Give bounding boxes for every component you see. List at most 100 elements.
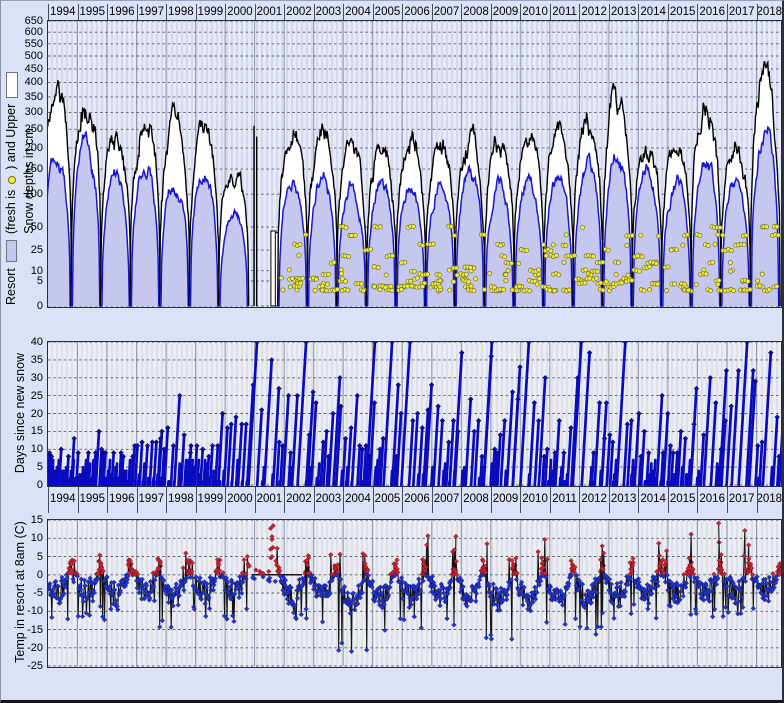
temp-series <box>47 521 782 654</box>
y-tick-label: 10 <box>9 532 43 544</box>
year-tick <box>757 4 758 20</box>
year-label: 1999 <box>196 4 226 20</box>
y-tick-label: 250 <box>9 123 43 135</box>
year-tick <box>402 487 403 513</box>
year-tick <box>225 4 226 20</box>
year-label: 2017 <box>727 491 757 507</box>
year-label: 1998 <box>166 4 196 20</box>
snow-depth-plot <box>47 20 782 308</box>
year-label: 1997 <box>137 491 167 507</box>
year-tick <box>166 487 167 513</box>
year-tick <box>727 4 728 20</box>
year-label: 2006 <box>402 4 432 20</box>
year-tick <box>255 487 256 513</box>
year-tick <box>255 4 256 20</box>
year-label: 2015 <box>668 4 698 20</box>
y-tick-label: -20 <box>9 642 43 654</box>
year-tick <box>461 487 462 513</box>
year-label: 2016 <box>697 4 727 20</box>
fresh-snow-dot-icon <box>8 176 16 184</box>
temperature-plot <box>47 519 782 668</box>
year-tick <box>137 4 138 20</box>
y-tick-label: 600 <box>9 26 43 38</box>
year-label: 2003 <box>314 491 344 507</box>
y-tick-label: 15 <box>9 425 43 437</box>
year-tick <box>284 487 285 513</box>
year-tick <box>520 4 521 20</box>
y-tick-label: 5 <box>9 275 43 287</box>
y-tick-label: -5 <box>9 587 43 599</box>
y-tick-label: 500 <box>9 50 43 62</box>
year-tick <box>402 4 403 20</box>
year-label: 1999 <box>196 491 226 507</box>
year-label: 2015 <box>668 491 698 507</box>
year-label: 2007 <box>432 491 462 507</box>
year-tick <box>48 4 49 20</box>
year-tick <box>48 487 49 513</box>
year-label: 2009 <box>491 491 521 507</box>
year-tick <box>432 4 433 20</box>
year-label: 2017 <box>727 4 757 20</box>
year-tick <box>550 487 551 513</box>
year-label: 2014 <box>638 4 668 20</box>
year-label: 2002 <box>284 491 314 507</box>
year-tick <box>697 4 698 20</box>
year-tick <box>697 487 698 513</box>
year-tick <box>461 4 462 20</box>
y-tick-label: 450 <box>9 63 43 75</box>
year-label: 2014 <box>638 491 668 507</box>
y-tick-label: -10 <box>9 605 43 617</box>
y-tick-label: 5 <box>9 551 43 563</box>
year-label: 2018 <box>756 491 780 507</box>
year-label: 1994 <box>48 4 78 20</box>
year-label: 2018 <box>756 4 780 20</box>
year-label: 2002 <box>284 4 314 20</box>
year-tick <box>137 487 138 513</box>
year-label: 2011 <box>550 4 580 20</box>
year-tick <box>579 487 580 513</box>
year-tick <box>166 4 167 20</box>
y-tick-label: 50 <box>9 221 43 233</box>
days-since-snow-plot <box>47 341 782 487</box>
year-tick <box>78 4 79 20</box>
year-label: 2001 <box>255 4 285 20</box>
year-tick <box>638 4 639 20</box>
year-label: 2004 <box>343 491 373 507</box>
y-tick-label: 25 <box>9 244 43 256</box>
year-label: 2000 <box>225 491 255 507</box>
year-label: 2012 <box>579 491 609 507</box>
year-tick <box>668 4 669 20</box>
y-tick-label: 150 <box>9 163 43 175</box>
year-tick <box>373 487 374 513</box>
year-tick <box>196 487 197 513</box>
y-tick-label: 35 <box>9 354 43 366</box>
year-label: 2003 <box>314 4 344 20</box>
year-tick <box>373 4 374 20</box>
year-tick <box>314 487 315 513</box>
year-label: 2004 <box>343 4 373 20</box>
year-tick <box>284 4 285 20</box>
year-label: 2007 <box>432 4 462 20</box>
year-label: 2012 <box>579 4 609 20</box>
y-tick-label: 200 <box>9 142 43 154</box>
year-label: 2013 <box>609 4 639 20</box>
year-label: 2009 <box>491 4 521 20</box>
y-tick-label: 20 <box>9 408 43 420</box>
y-tick-label: 25 <box>9 390 43 402</box>
year-label: 2005 <box>373 4 403 20</box>
year-tick <box>196 4 197 20</box>
year-tick <box>757 487 758 513</box>
year-tick <box>107 4 108 20</box>
year-label: 1996 <box>107 4 137 20</box>
year-label: 2008 <box>461 4 491 20</box>
year-label: 2006 <box>402 491 432 507</box>
year-tick <box>727 487 728 513</box>
y-tick-label: 10 <box>9 443 43 455</box>
year-label: 1994 <box>48 491 78 507</box>
y-tick-label: 400 <box>9 76 43 88</box>
y-tick-label: 40 <box>9 336 43 348</box>
year-tick <box>520 487 521 513</box>
year-tick <box>225 487 226 513</box>
year-label: 2010 <box>520 4 550 20</box>
year-label: 1997 <box>137 4 167 20</box>
